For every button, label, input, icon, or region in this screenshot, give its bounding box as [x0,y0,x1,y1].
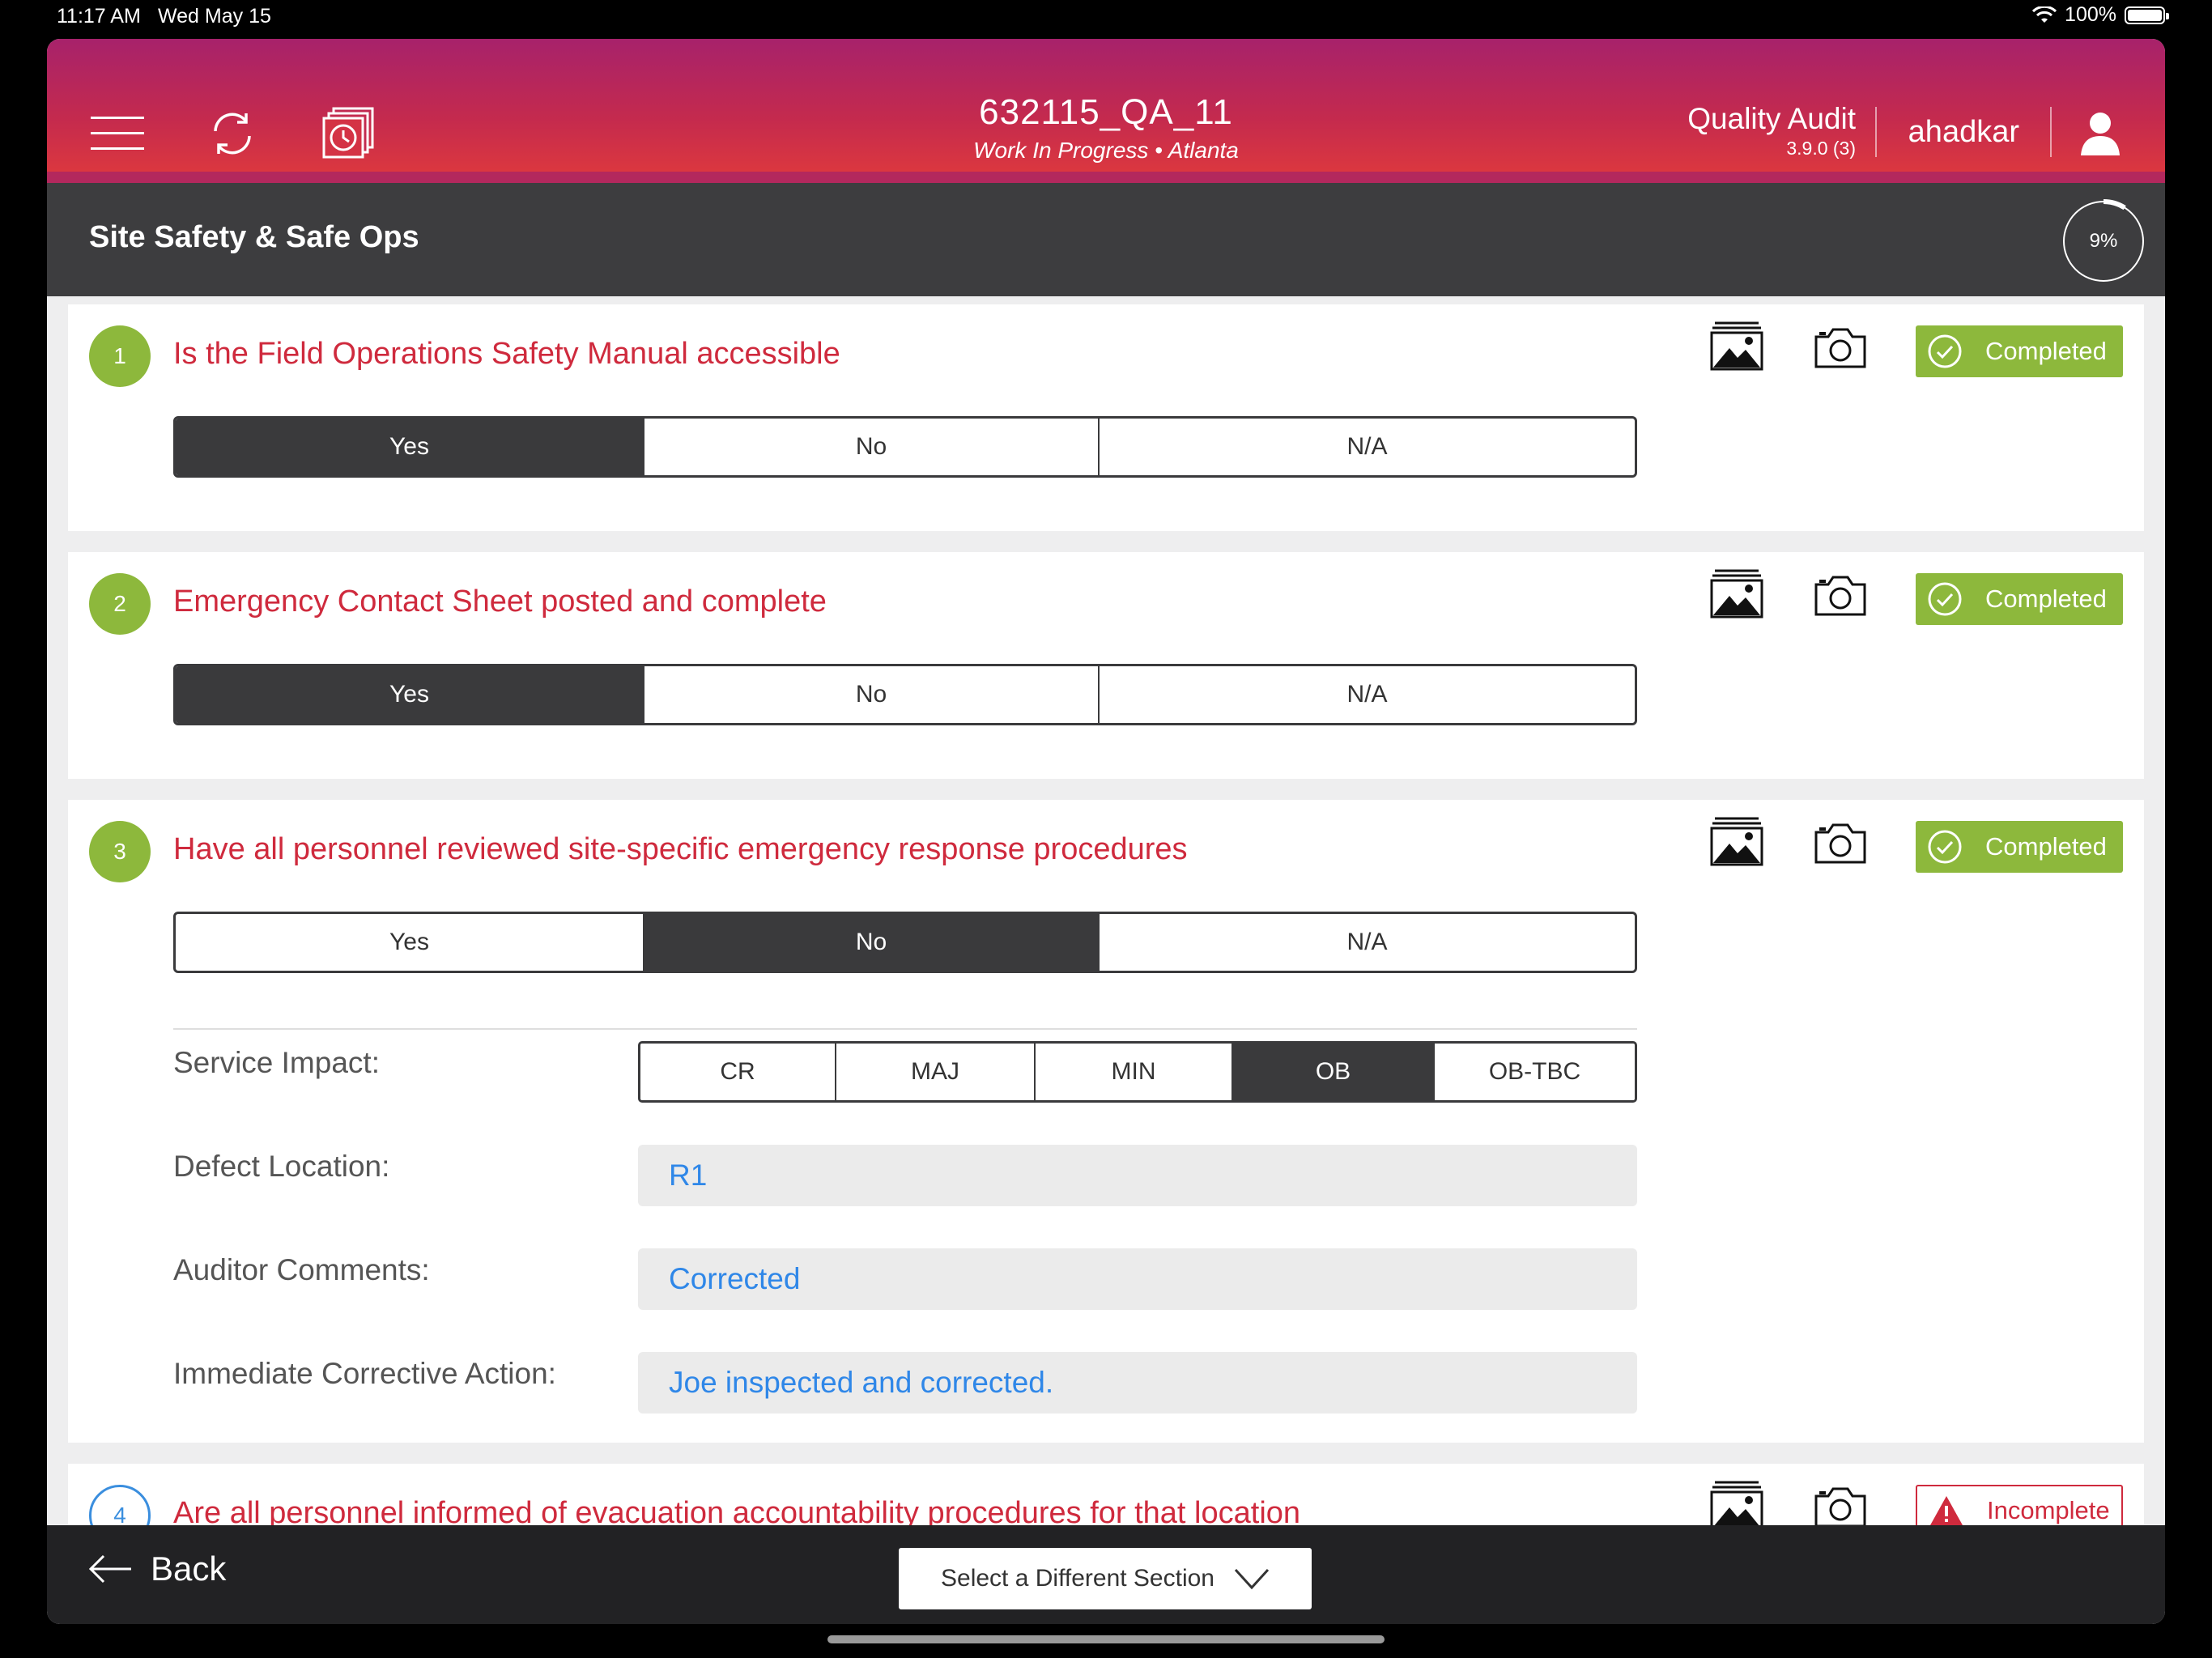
progress-percent: 9% [2089,230,2118,252]
status-badge: Completed [1916,821,2123,873]
impact-ob-tbc[interactable]: OB-TBC [1435,1044,1635,1100]
answer-yes[interactable]: Yes [176,419,644,475]
home-indicator[interactable] [827,1635,1385,1643]
gallery-icon[interactable] [1710,816,1763,866]
camera-icon[interactable] [1814,575,1867,617]
service-impact-label: Service Impact: [173,1046,380,1079]
footer-bar: Back Select a Different Section [47,1525,2165,1624]
status-badge: Completed [1916,325,2123,377]
status-label: Completed [1985,337,2107,365]
header-strip [47,172,2165,183]
back-button[interactable]: Back [87,1550,226,1588]
check-circle-icon [1928,582,1962,616]
question-text: Emergency Contact Sheet posted and compl… [173,585,827,619]
username: ahadkar [1908,115,2019,149]
question-card: 4 Are all personnel informed of evacuati… [68,1464,2144,1525]
answer-no[interactable]: No [644,914,1100,971]
status-label: Incomplete [1987,1496,2110,1524]
answer-no[interactable]: No [644,666,1100,723]
app-window: 632115_QA_11 Work In Progress • Atlanta … [47,39,2165,1624]
corrective-action-label: Immediate Corrective Action: [173,1357,556,1390]
question-list: 1 Is the Field Operations Safety Manual … [47,296,2165,1525]
question-number: 2 [89,573,151,635]
camera-icon[interactable] [1814,327,1867,369]
answer-na[interactable]: N/A [1100,666,1635,723]
status-time: 11:17 AM [57,5,141,28]
status-label: Completed [1985,585,2107,613]
header-divider [1875,107,1877,157]
status-badge: Completed [1916,573,2123,625]
answer-yes[interactable]: Yes [176,914,644,971]
answer-selector: Yes No N/A [173,664,1637,725]
camera-icon[interactable] [1814,1486,1867,1525]
question-number: 3 [89,821,151,882]
back-arrow-icon [88,1554,131,1584]
impact-min[interactable]: MIN [1036,1044,1233,1100]
app-name: Quality Audit [1687,102,1856,135]
gallery-icon[interactable] [1710,1480,1763,1525]
check-circle-icon [1928,830,1962,864]
impact-maj[interactable]: MAJ [836,1044,1036,1100]
impact-cr[interactable]: CR [640,1044,836,1100]
question-text: Are all personnel informed of evacuation… [173,1496,1301,1525]
section-title: Site Safety & Safe Ops [89,220,419,254]
status-date: Wed May 15 [158,5,271,28]
impact-ob[interactable]: OB [1233,1044,1435,1100]
select-section-button[interactable]: Select a Different Section [899,1548,1312,1609]
user-icon[interactable] [2076,108,2125,157]
screen: 11:17 AM Wed May 15 100% 632115_QA_11 Wo… [0,0,2212,1658]
gallery-icon[interactable] [1710,321,1763,371]
defect-location-field[interactable]: R1 [638,1145,1637,1206]
answer-selector: Yes No N/A [173,416,1637,478]
question-card: 3 Have all personnel reviewed site-speci… [68,800,2144,1443]
app-version: 3.9.0 (3) [1786,138,1856,159]
auditor-comments-label: Auditor Comments: [173,1253,430,1286]
question-number: 4 [89,1485,151,1525]
app-name-block: Quality Audit 3.9.0 (3) [1687,102,1856,159]
question-text: Is the Field Operations Safety Manual ac… [173,337,840,371]
status-bar: 11:17 AM Wed May 15 100% [0,0,2212,34]
answer-na[interactable]: N/A [1100,914,1635,971]
battery-level [2128,9,2162,21]
check-circle-icon [1928,334,1962,368]
battery-percent: 100% [2065,3,2116,26]
wifi-icon [2032,6,2057,23]
answer-no[interactable]: No [644,419,1100,475]
auditor-comments-field[interactable]: Corrected [638,1248,1637,1310]
answer-na[interactable]: N/A [1100,419,1635,475]
service-impact-selector: CR MAJ MIN OB OB-TBC [638,1041,1637,1103]
header-divider [2050,107,2052,157]
status-label: Completed [1985,832,2107,861]
section-bar: Site Safety & Safe Ops 9% [47,183,2165,296]
gallery-icon[interactable] [1710,568,1763,619]
details-divider [173,1028,1637,1030]
question-card: 2 Emergency Contact Sheet posted and com… [68,552,2144,779]
defect-location-label: Defect Location: [173,1150,390,1183]
answer-selector: Yes No N/A [173,912,1637,973]
back-label: Back [151,1550,227,1588]
warning-icon [1930,1496,1963,1525]
app-header: 632115_QA_11 Work In Progress • Atlanta … [47,39,2165,183]
status-right: 100% [2032,3,2169,27]
status-badge: Incomplete [1916,1485,2123,1525]
select-section-label: Select a Different Section [941,1565,1214,1592]
question-number: 1 [89,325,151,387]
answer-yes[interactable]: Yes [176,666,644,723]
question-card: 1 Is the Field Operations Safety Manual … [68,304,2144,531]
chevron-down-icon [1234,1568,1270,1590]
camera-icon[interactable] [1814,823,1867,865]
corrective-action-field[interactable]: Joe inspected and corrected. [638,1352,1637,1414]
question-text: Have all personnel reviewed site-specifi… [173,832,1188,866]
battery-icon [2125,6,2169,24]
